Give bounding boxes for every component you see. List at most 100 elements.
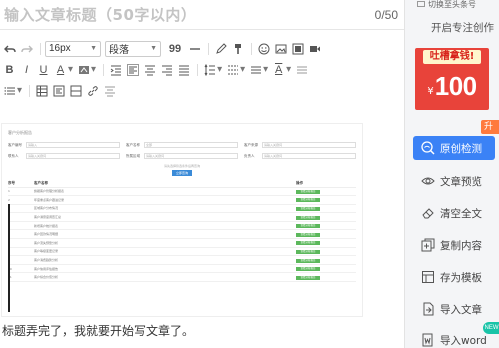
undo-icon[interactable] (2, 41, 17, 56)
table-cell-action: 查看分析报告 (296, 247, 356, 257)
template-icon (419, 269, 436, 286)
italic-icon[interactable]: I (19, 62, 34, 77)
embedded-form: 客户编号 请输入 客户名称 全部 客户来源 请输入关键词 联系人 请输入关键词 所属区域 请输入关… (8, 142, 356, 159)
caret-icon[interactable]: ▾ (68, 64, 73, 75)
caret-icon[interactable]: ▾ (217, 64, 222, 75)
table-row: 3区域客户分布情况查看分析报告 (8, 204, 356, 214)
body-paragraph[interactable]: 标题弄完了，我就要开始写文章了。 (2, 322, 194, 339)
font-size-select[interactable]: 16px ▼ (45, 40, 101, 57)
pencil-icon[interactable] (213, 41, 228, 56)
toolbar-divider (40, 42, 41, 55)
caret-icon[interactable]: ▾ (286, 64, 291, 75)
image-icon[interactable] (273, 41, 288, 56)
table-cell-no: 4 (8, 212, 34, 222)
sidebar-item-preview[interactable]: 文章预览 (413, 169, 495, 193)
underline-icon[interactable]: U (36, 62, 51, 77)
toolbar-divider (103, 63, 105, 76)
sidebar-top-link[interactable]: 切换至头条号 (405, 0, 499, 8)
video-icon[interactable] (307, 41, 322, 56)
list-icon[interactable] (2, 83, 17, 98)
sidebar-item-label: 复制内容 (440, 239, 482, 252)
embedded-screenshot: 客户分析报告 客户编号 请输入 客户名称 全部 客户来源 请输入关键词 联系人 请输入关键词所… (2, 124, 362, 316)
column-header: 序号 (8, 180, 34, 188)
link-icon[interactable] (85, 83, 100, 98)
paragraph-spacing-icon[interactable] (225, 62, 240, 77)
horizontal-rule-icon[interactable] (187, 41, 202, 56)
table-row: 2 年度重点客户跟进记录 查看分析报告 (8, 195, 356, 205)
letter-spacing-icon[interactable] (248, 62, 263, 77)
embedded-document: 客户分析报告 客户编号 请输入 客户名称 全部 客户来源 请输入关键词 联系人 请输入关键词所… (8, 130, 356, 312)
title-input[interactable]: 输入文章标题（50字以内） (4, 4, 196, 25)
more-icon[interactable] (294, 62, 309, 77)
table-cell-no: 7 (8, 238, 34, 248)
align-justify-icon[interactable] (176, 62, 191, 77)
caret-icon[interactable]: ▾ (17, 85, 22, 96)
gallery-icon[interactable] (290, 41, 305, 56)
highlight-icon[interactable] (76, 62, 91, 77)
align-left-icon[interactable] (125, 62, 140, 77)
caret-icon[interactable]: ▾ (240, 64, 245, 75)
toolbar-divider (29, 84, 31, 97)
table-cell-name: 旗舰客户管理分析报表 (34, 187, 296, 197)
table-cell-name: 客户回款情况明细 (34, 229, 296, 240)
align-right-icon[interactable] (159, 62, 174, 77)
upgrade-badge[interactable]: 升级 (481, 120, 499, 134)
sidebar-item-copy[interactable]: 复制内容 (413, 233, 495, 257)
view-report-button: 查看分析报告 (296, 189, 320, 194)
table-cell-no: 5 (8, 221, 34, 231)
table-cell-action: 查看分析报告 (296, 204, 356, 214)
code-block-icon[interactable] (51, 83, 66, 98)
embedded-form-item: 负责人 请输入关键词 (244, 153, 356, 159)
format-paint-icon[interactable] (230, 41, 245, 56)
embedded-form-label: 所属区域 (126, 153, 140, 158)
table-icon[interactable] (34, 83, 49, 98)
embedded-doc-title: 客户分析报告 (8, 130, 32, 135)
embedded-form-input: 请输入关键词 (262, 153, 356, 159)
sidebar-item-import-article[interactable]: 导入文章 (413, 297, 495, 321)
font-color-icon[interactable]: A (53, 62, 68, 77)
table-cell-no: 8 (8, 247, 34, 257)
embedded-form-input: 请输入 (26, 142, 120, 148)
line-height-icon[interactable] (202, 62, 217, 77)
embedded-form-row: 联系人 请输入关键词 所属区域 请输入关键词 负责人 请输入关键词 (8, 153, 356, 159)
redo-icon[interactable] (19, 41, 34, 56)
promo-banner[interactable]: 吐槽拿钱! ¥ 100 (415, 48, 489, 110)
table-row: 4客户满意度调查汇总查看分析报告 (8, 212, 356, 222)
currency-symbol: ¥ (427, 85, 434, 97)
view-report-button: 查看分析报告 (296, 258, 320, 263)
table-cell-name: 年度重点客户跟进记录 (34, 195, 296, 205)
table-row: 6客户回款情况明细查看分析报告 (8, 229, 356, 240)
divider-icon[interactable] (68, 83, 83, 98)
embedded-form-item: 客户名称 全部 (126, 142, 238, 148)
view-report-button: 查看分析报告 (296, 249, 320, 254)
paragraph-select[interactable]: 段落 ▼ (105, 40, 161, 57)
promo-number: 100 (434, 70, 477, 101)
paragraph-value: 段落 (109, 45, 129, 56)
caret-icon[interactable]: ▾ (91, 64, 96, 75)
clear-format-icon[interactable]: A (271, 62, 286, 77)
column-header: 操作 (296, 180, 356, 188)
sidebar-item-clear[interactable]: 清空全文 (413, 201, 495, 225)
table-cell-name: 区域客户分布情况 (34, 204, 296, 214)
import-icon (419, 301, 436, 318)
embedded-form-label: 客户名称 (126, 142, 140, 147)
caret-icon[interactable]: ▾ (263, 64, 268, 75)
embedded-form-input: 全部 (144, 142, 238, 148)
view-report-button: 查看分析报告 (296, 206, 320, 211)
align-center-icon[interactable] (142, 62, 157, 77)
bold-icon[interactable]: B (2, 62, 17, 77)
sidebar-item-save-template[interactable]: 存为模板 (413, 265, 495, 289)
column-header: 客户名称 (34, 180, 296, 188)
embedded-form-row: 客户编号 请输入 客户名称 全部 客户来源 请输入关键词 (8, 142, 356, 148)
indent-icon[interactable] (108, 62, 123, 77)
embedded-form-label: 客户编号 (8, 142, 22, 147)
chevron-down-icon: ▼ (150, 45, 157, 52)
toolbar-row-1: 16px ▼ 段落 ▼ 99 (0, 38, 400, 59)
format-icon[interactable] (102, 83, 117, 98)
sidebar-item-import-word[interactable]: 导入word (413, 328, 495, 348)
word-import-icon (419, 332, 436, 348)
emoji-icon[interactable] (256, 41, 271, 56)
quote-button[interactable]: 99 (165, 41, 185, 56)
sidebar-item-original-check[interactable]: 原创检测 (413, 136, 495, 160)
toolbar-divider (197, 63, 199, 76)
